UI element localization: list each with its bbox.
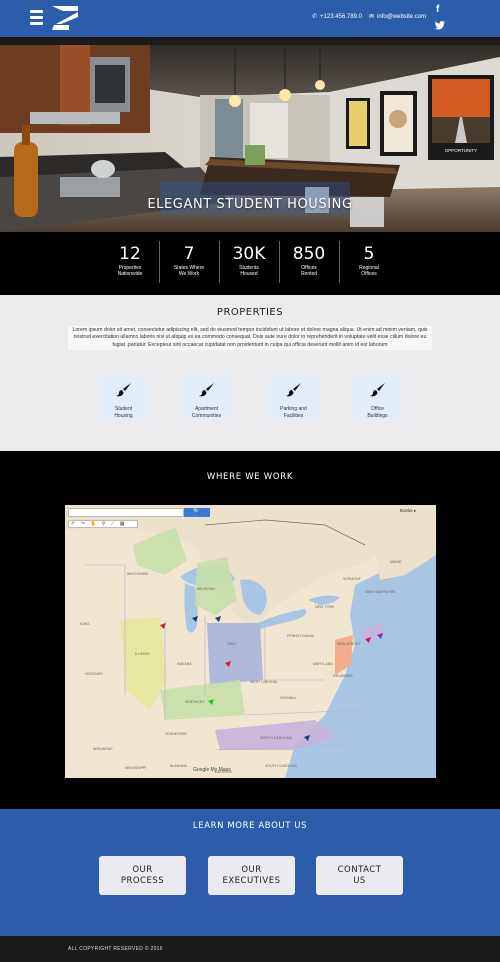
stat-states: 7 States Where We Work [159,244,219,277]
where-we-work-section: WHERE WE WORK WISCONSIN MICHIGAN IOWA IL… [0,451,500,809]
section-title: PROPERTIES [216,307,284,318]
email-address: info@website.com [377,14,427,20]
stat-label: Students Housed [239,265,259,277]
stat-offices: 850 Offices Rented [279,244,339,277]
contact-us-button[interactable]: CONTACT US [316,856,403,895]
card-parking-facilities[interactable]: Parking and Facilities [269,375,318,419]
map-label: MISSISSIPPI [125,766,146,770]
map-credit[interactable]: Boeke ▸ [400,508,416,514]
stat-number: 5 [363,244,375,264]
map-label: VIRGINIA [280,696,296,700]
map-label: NEW YORK [315,605,335,609]
embedded-map[interactable]: WISCONSIN MICHIGAN IOWA ILLINOIS INDIANA… [65,505,436,778]
map-label: VERMONT [343,577,362,581]
paintbrush-icon [369,383,385,397]
card-label: Office Buildings [367,406,388,419]
card-label: Student Housing [114,406,133,419]
map-label: MISSOURI [85,672,103,676]
map-label: MAINE [390,560,402,564]
email-contact[interactable]: ✉ info@website.com [369,13,426,20]
footer: ALL COPYRIGHT RESERVED © 2016 [0,936,500,962]
stat-number: 30K [232,244,266,264]
stats-bar: 12 Properties Nationwide 7 States Where … [0,232,500,295]
map-label: IOWA [80,622,90,626]
map-label: KENTUCKY [185,700,205,704]
twitter-icon[interactable] [435,21,445,30]
section-title: WHERE WE WORK [206,472,294,482]
properties-section: PROPERTIES Lorem ipsum dolor sit amet, c… [0,295,500,451]
map-label: ARKANSAS [93,747,113,751]
hero-title: ELEGANT STUDENT HOUSING [147,197,353,212]
logo[interactable] [52,6,80,30]
map-label: NEW HAMPSHIRE [365,590,396,594]
properties-description: Lorem ipsum dolor sit amet, consectetur … [68,326,432,351]
map-label: TENNESSEE [165,732,187,736]
stat-number: 850 [292,244,326,264]
map-label: MARYLAND [313,662,333,666]
map-label: ILLINOIS [135,652,150,656]
map-label: ALABAMA [170,764,188,768]
copyright-text: ALL COPYRIGHT RESERVED © 2016 [68,946,163,952]
hero-banner: OPPORTUNITY ELEGANT STUDENT HOUSING [0,37,500,232]
map-canvas[interactable]: WISCONSIN MICHIGAN IOWA ILLINOIS INDIANA… [65,505,436,778]
map-label: WISCONSIN [127,572,148,576]
facebook-icon[interactable]: f [436,4,439,15]
envelope-icon: ✉ [369,14,375,20]
stat-label: Regional Offices [359,265,379,277]
map-label: OHIO [227,642,236,646]
paintbrush-icon [198,383,214,397]
card-label: Parking and Facilities [280,406,307,419]
section-title: LEARN MORE ABOUT US [192,821,308,831]
artwork-caption: OPPORTUNITY [445,148,477,153]
our-process-button[interactable]: OUR PROCESS [99,856,186,895]
phone-contact[interactable]: ✆ +123.456.789.0 [312,13,362,20]
stat-students: 30K Students Housed [219,244,279,277]
card-office-buildings[interactable]: Office Buildings [353,375,402,419]
map-attribution: Google My Maps [193,767,231,773]
map-label: WEST VIRGINIA [250,680,278,684]
map-search-input[interactable] [68,508,184,517]
map-search-button[interactable]: 🔍 [184,508,210,517]
map-label: MICHIGAN [197,587,215,591]
map-toolbar[interactable]: ↶ ↷ ✋ ⚲ ⟋ ▦ [68,520,138,528]
map-label: DELAWARE [333,674,354,678]
card-label: Apartment Communities [191,406,222,419]
phone-icon: ✆ [312,14,318,20]
hamburger-menu-icon[interactable] [30,10,43,26]
stat-number: 7 [183,244,195,264]
card-student-housing[interactable]: Student Housing [99,375,148,419]
stat-number: 12 [119,244,141,264]
stat-label: States Where We Work [173,265,205,277]
stat-label: Offices Rented [300,265,318,277]
top-nav-bar: ✆ +123.456.789.0 ✉ info@website.com f [0,0,500,37]
stat-regional: 5 Regional Offices [339,244,399,277]
card-apartment-communities[interactable]: Apartment Communities [182,375,231,419]
our-executives-button[interactable]: OUR EXECUTIVES [208,856,295,895]
learn-more-section: LEARN MORE ABOUT US OUR PROCESS OUR EXEC… [0,809,500,936]
phone-number: +123.456.789.0 [320,14,362,20]
map-label: PENNSYLVANIA [287,634,315,638]
paintbrush-icon [115,383,131,397]
map-label: NEW JERSEY [337,642,361,646]
map-label: SOUTH CAROLINA [265,764,298,768]
map-label: NORTH CAROLINA [260,736,293,740]
paintbrush-icon [285,383,301,397]
stat-label: Properties Nationwide [117,265,143,277]
stat-properties: 12 Properties Nationwide [100,244,160,277]
map-label: INDIANA [177,662,192,666]
